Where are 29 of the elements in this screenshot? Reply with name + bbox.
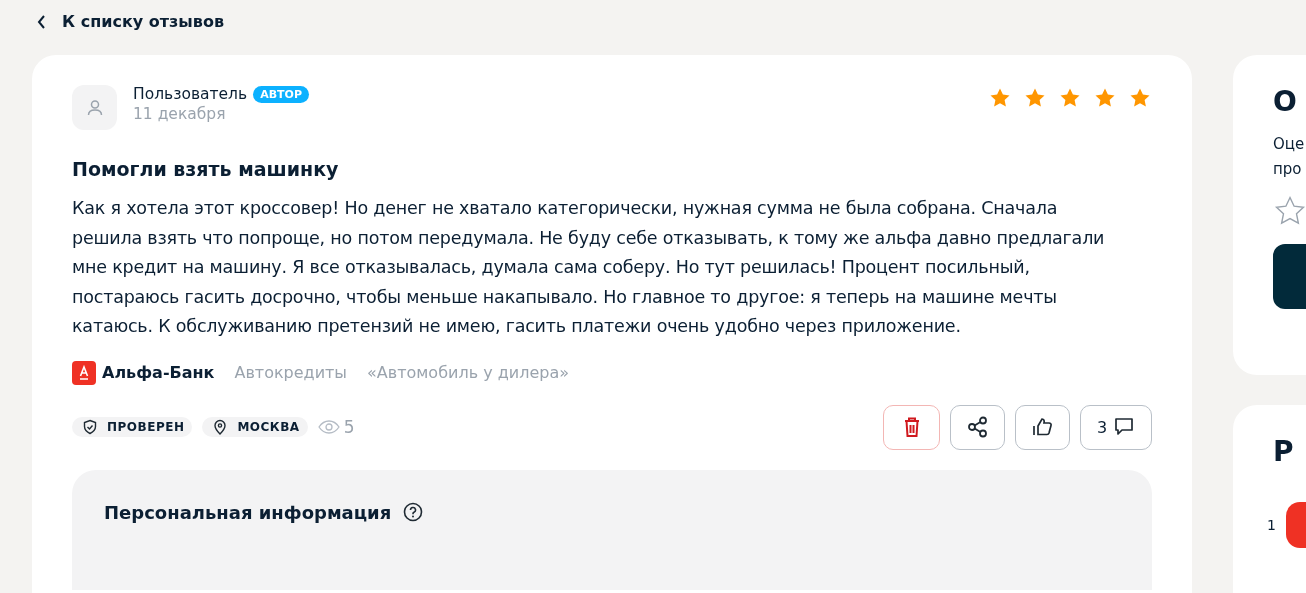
card-title: О [1273,85,1298,118]
shield-check-icon [82,419,98,435]
view-count: 5 [343,417,355,437]
chevron-left-icon [36,13,46,30]
review-text: Как я хотела этот кроссовер! Но денег не хватало категорически, нужная сумма не была собрана. Сначала решила взять что попроще, но потом передумала. Не буду себе отказывать, к тому же альфа давно предлагали мне кредит на машину. Я все отказывалась, думала сама соберу. Но тут решилась! Процент посильный, постараюсь гасить досрочно, чтобы меньше накапывало. Но главное то другое: я теперь на машине мечты катаюсь. К обслуживанию претензий не имею, гасить платежи очень удобно через приложение. [72,197,1106,338]
map-pin-icon [212,419,229,435]
tag-label: МОСКВА [237,420,300,434]
share-button[interactable] [950,404,1005,450]
review-date: 11 декабря [133,105,227,123]
tag-label: ПРОВЕРЕН [107,420,185,434]
avatar-icon [72,85,117,130]
speech-bubble-icon [1113,416,1136,438]
help-icon[interactable] [403,501,424,522]
card-title: Р [1273,435,1295,468]
card-text: Оце [1273,134,1306,155]
delete-button[interactable] [883,404,940,450]
author-badge: АВТОР [253,85,309,103]
author-name: Пользователь [133,85,248,103]
bank-link[interactable]: Альфа-Банк [102,363,215,382]
section-title: Персональная информация [104,501,392,523]
eye-icon [317,420,340,434]
rank-number: 1 [1267,517,1276,533]
review-title: Помогли взять машинку [72,158,340,180]
card-text: про [1273,159,1303,180]
share-icon [966,416,989,438]
like-button[interactable] [1015,404,1070,450]
comments-button[interactable]: 3 [1080,404,1152,450]
back-link[interactable]: К списку отзывов [36,12,224,31]
thumbs-up-icon [1031,416,1054,438]
